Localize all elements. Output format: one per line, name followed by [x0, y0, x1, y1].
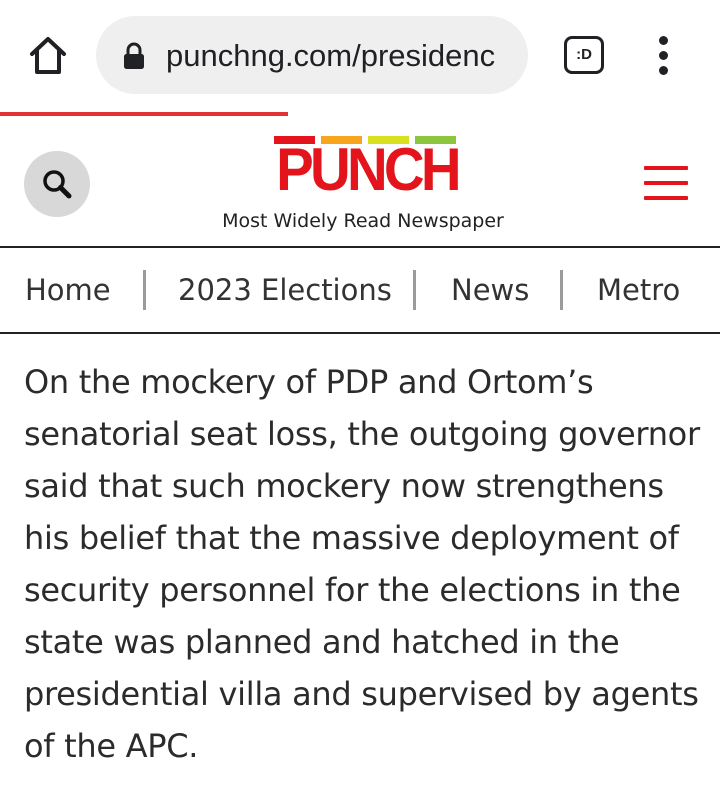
site-header: PUNCH Most Widely Read Newspaper	[0, 116, 720, 247]
search-icon	[43, 170, 72, 199]
url-text[interactable]: punchng.com/presidenc	[166, 36, 518, 76]
hamburger-menu-button[interactable]	[644, 164, 688, 202]
nav-separator	[560, 270, 563, 310]
more-vert-icon	[659, 36, 668, 45]
nav-divider	[0, 332, 720, 334]
article-body: On the mockery of PDP and Ortom’s senato…	[24, 356, 704, 772]
site-tagline: Most Widely Read Newspaper	[222, 210, 504, 232]
nav-item-2023-elections[interactable]: 2023 Elections	[178, 248, 392, 332]
hamburger-menu-icon	[644, 166, 688, 170]
nav-separator	[143, 270, 146, 310]
main-nav: Home 2023 Elections News Metro	[0, 248, 720, 332]
more-options-button[interactable]	[650, 36, 678, 76]
nav-item-metro[interactable]: Metro	[597, 248, 680, 332]
nav-separator	[413, 270, 416, 310]
lock-icon	[124, 42, 144, 69]
article-paragraph: On the mockery of PDP and Ortom’s senato…	[24, 363, 700, 765]
punch-logo[interactable]: PUNCH	[270, 136, 464, 202]
logo-text: PUNCH	[276, 136, 462, 203]
search-button[interactable]	[24, 151, 90, 217]
nav-item-news[interactable]: News	[451, 248, 529, 332]
home-button[interactable]	[24, 34, 72, 78]
browser-toolbar: punchng.com/presidenc :D	[0, 0, 720, 112]
address-bar[interactable]: punchng.com/presidenc	[96, 16, 528, 94]
tab-switcher-button[interactable]: :D	[564, 36, 604, 74]
home-icon	[30, 37, 66, 74]
nav-item-home[interactable]: Home	[25, 248, 111, 332]
